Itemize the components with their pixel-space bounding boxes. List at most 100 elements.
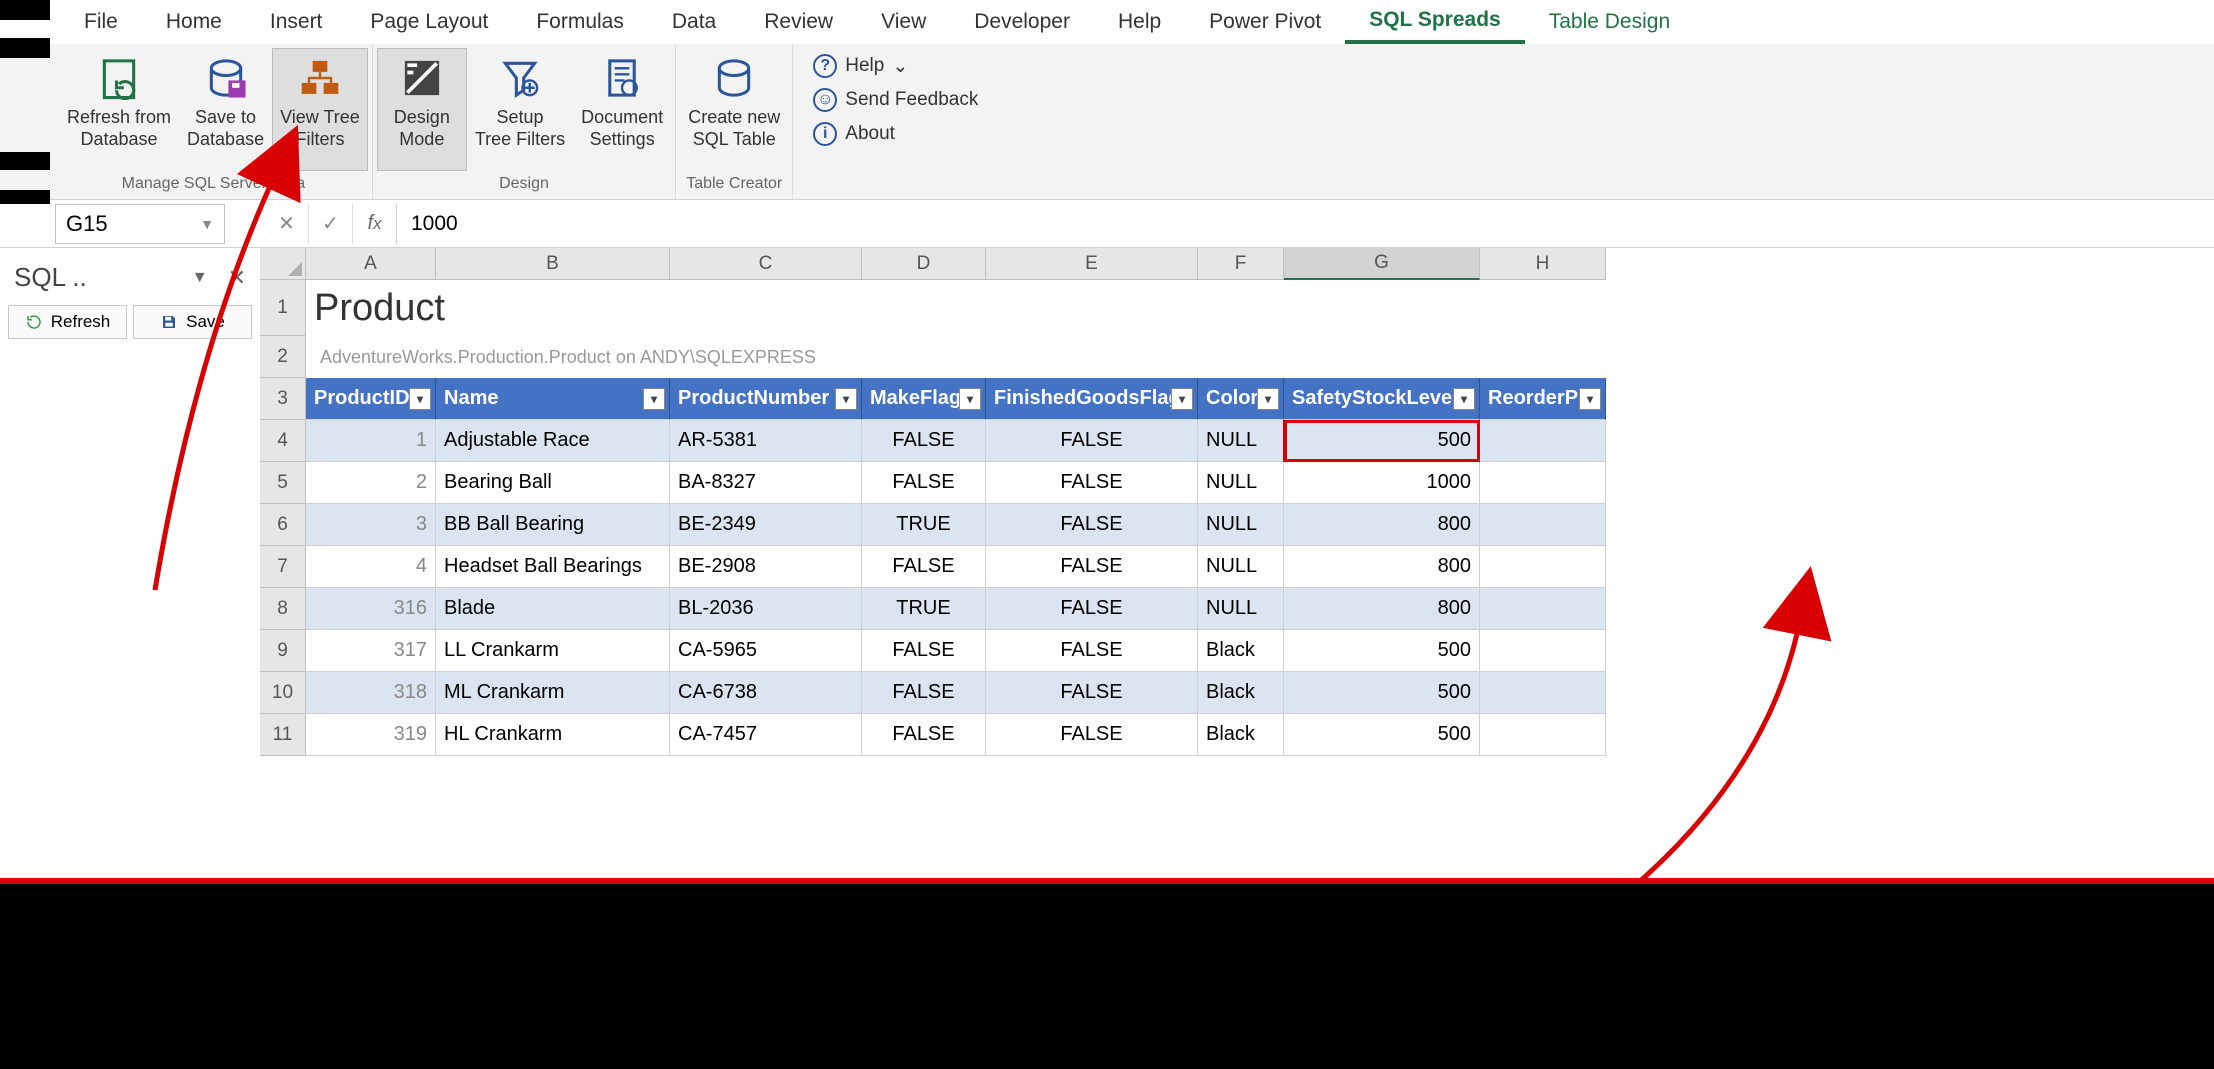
table-header-reorderp[interactable]: ReorderP▾: [1480, 378, 1606, 420]
cell-productid[interactable]: 3: [306, 504, 436, 546]
cell-finishedgoodsflag[interactable]: FALSE: [986, 420, 1198, 462]
row-header-2[interactable]: 2: [260, 336, 306, 378]
cell-reorder[interactable]: [1480, 504, 1606, 546]
cell-reorder[interactable]: [1480, 630, 1606, 672]
filter-button-name[interactable]: ▾: [643, 388, 665, 410]
row-header-5[interactable]: 5: [260, 462, 306, 504]
cell-safetystocklevel[interactable]: 500: [1284, 630, 1480, 672]
cell-makeflag[interactable]: FALSE: [862, 462, 986, 504]
column-header-D[interactable]: D: [862, 248, 986, 280]
menu-tab-home[interactable]: Home: [142, 0, 246, 44]
cell-name[interactable]: Headset Ball Bearings: [436, 546, 670, 588]
cell-color[interactable]: NULL: [1198, 420, 1284, 462]
cell-reorder[interactable]: [1480, 714, 1606, 756]
name-box-dropdown-icon[interactable]: ▼: [200, 216, 214, 232]
cell-finishedgoodsflag[interactable]: FALSE: [986, 714, 1198, 756]
table-header-color[interactable]: Color▾: [1198, 378, 1284, 420]
cell-safetystocklevel[interactable]: 1000: [1284, 462, 1480, 504]
name-box[interactable]: G15 ▼: [55, 204, 225, 244]
cell-name[interactable]: Blade: [436, 588, 670, 630]
cell-productid[interactable]: 1: [306, 420, 436, 462]
table-header-productid[interactable]: ProductID▾: [306, 378, 436, 420]
side-pane-refresh-button[interactable]: Refresh: [8, 305, 127, 339]
cell-makeflag[interactable]: FALSE: [862, 672, 986, 714]
cell-productnumber[interactable]: AR-5381: [670, 420, 862, 462]
cell-safetystocklevel[interactable]: 500: [1284, 672, 1480, 714]
column-header-F[interactable]: F: [1198, 248, 1284, 280]
menu-tab-file[interactable]: File: [60, 0, 142, 44]
confirm-formula-button[interactable]: ✓: [309, 204, 353, 244]
cell-productid[interactable]: 318: [306, 672, 436, 714]
menu-tab-sql-spreads[interactable]: SQL Spreads: [1345, 0, 1525, 44]
table-header-name[interactable]: Name▾: [436, 378, 670, 420]
row-header-7[interactable]: 7: [260, 546, 306, 588]
cell-reorder[interactable]: [1480, 462, 1606, 504]
cell-name[interactable]: BB Ball Bearing: [436, 504, 670, 546]
cell-safetystocklevel[interactable]: 800: [1284, 588, 1480, 630]
row-header-6[interactable]: 6: [260, 504, 306, 546]
column-header-G[interactable]: G: [1284, 248, 1480, 280]
cell-name[interactable]: Bearing Ball: [436, 462, 670, 504]
column-header-C[interactable]: C: [670, 248, 862, 280]
row-header-8[interactable]: 8: [260, 588, 306, 630]
column-header-B[interactable]: B: [436, 248, 670, 280]
cell-productnumber[interactable]: BA-8327: [670, 462, 862, 504]
table-header-productnumber[interactable]: ProductNumber▾: [670, 378, 862, 420]
side-pane-save-button[interactable]: Save: [133, 305, 252, 339]
row-header-9[interactable]: 9: [260, 630, 306, 672]
cell-makeflag[interactable]: FALSE: [862, 546, 986, 588]
row-header-1[interactable]: 1: [260, 280, 306, 336]
cell-makeflag[interactable]: FALSE: [862, 420, 986, 462]
filter-button-color[interactable]: ▾: [1257, 388, 1279, 410]
filter-button-productnumber[interactable]: ▾: [835, 388, 857, 410]
cell-finishedgoodsflag[interactable]: FALSE: [986, 546, 1198, 588]
refresh-from-db-button[interactable]: Refresh fromDatabase: [59, 48, 179, 171]
cell-name[interactable]: Adjustable Race: [436, 420, 670, 462]
document-settings-button[interactable]: DocumentSettings: [573, 48, 671, 171]
cell-makeflag[interactable]: FALSE: [862, 630, 986, 672]
help-feedback-button[interactable]: ☺Send Feedback: [813, 88, 978, 112]
table-header-safetystocklevel[interactable]: SafetyStockLevel▾: [1284, 378, 1480, 420]
cell-safetystocklevel[interactable]: 500: [1284, 420, 1480, 462]
cell-productid[interactable]: 2: [306, 462, 436, 504]
cell-finishedgoodsflag[interactable]: FALSE: [986, 672, 1198, 714]
menu-tab-insert[interactable]: Insert: [246, 0, 347, 44]
cell-makeflag[interactable]: TRUE: [862, 588, 986, 630]
cell-productnumber[interactable]: BE-2908: [670, 546, 862, 588]
cell-color[interactable]: Black: [1198, 714, 1284, 756]
help-about-button[interactable]: iAbout: [813, 122, 978, 146]
filter-button-finishedgoodsflag[interactable]: ▾: [1171, 388, 1193, 410]
menu-tab-developer[interactable]: Developer: [950, 0, 1094, 44]
cell-color[interactable]: NULL: [1198, 504, 1284, 546]
spreadsheet-grid[interactable]: ABCDEFGH 1234567891011 ProductAdventureW…: [260, 248, 2214, 1069]
menu-tab-page-layout[interactable]: Page Layout: [346, 0, 512, 44]
cell-reorder[interactable]: [1480, 420, 1606, 462]
menu-tab-help[interactable]: Help: [1094, 0, 1185, 44]
help-help-button[interactable]: ?Help ⌄: [813, 54, 978, 78]
table-header-finishedgoodsflag[interactable]: FinishedGoodsFlag▾: [986, 378, 1198, 420]
cell-name[interactable]: LL Crankarm: [436, 630, 670, 672]
cell-safetystocklevel[interactable]: 500: [1284, 714, 1480, 756]
cell-reorder[interactable]: [1480, 546, 1606, 588]
menu-tab-data[interactable]: Data: [648, 0, 740, 44]
cell-finishedgoodsflag[interactable]: FALSE: [986, 462, 1198, 504]
cell-color[interactable]: NULL: [1198, 462, 1284, 504]
row-header-3[interactable]: 3: [260, 378, 306, 420]
cancel-formula-button[interactable]: ✕: [265, 204, 309, 244]
cell-color[interactable]: NULL: [1198, 588, 1284, 630]
cell-finishedgoodsflag[interactable]: FALSE: [986, 630, 1198, 672]
filter-button-reorderp[interactable]: ▾: [1579, 388, 1601, 410]
cell-name[interactable]: HL Crankarm: [436, 714, 670, 756]
cell-makeflag[interactable]: FALSE: [862, 714, 986, 756]
menu-tab-formulas[interactable]: Formulas: [512, 0, 648, 44]
select-all-corner[interactable]: [260, 248, 306, 280]
side-pane-close-icon[interactable]: ✕: [228, 265, 246, 291]
setup-tree-filters-button[interactable]: SetupTree Filters: [467, 48, 573, 171]
row-header-10[interactable]: 10: [260, 672, 306, 714]
table-header-makeflag[interactable]: MakeFlag▾: [862, 378, 986, 420]
column-header-A[interactable]: A: [306, 248, 436, 280]
cell-color[interactable]: Black: [1198, 630, 1284, 672]
cell-makeflag[interactable]: TRUE: [862, 504, 986, 546]
cell-productnumber[interactable]: BL-2036: [670, 588, 862, 630]
filter-button-productid[interactable]: ▾: [409, 388, 431, 410]
